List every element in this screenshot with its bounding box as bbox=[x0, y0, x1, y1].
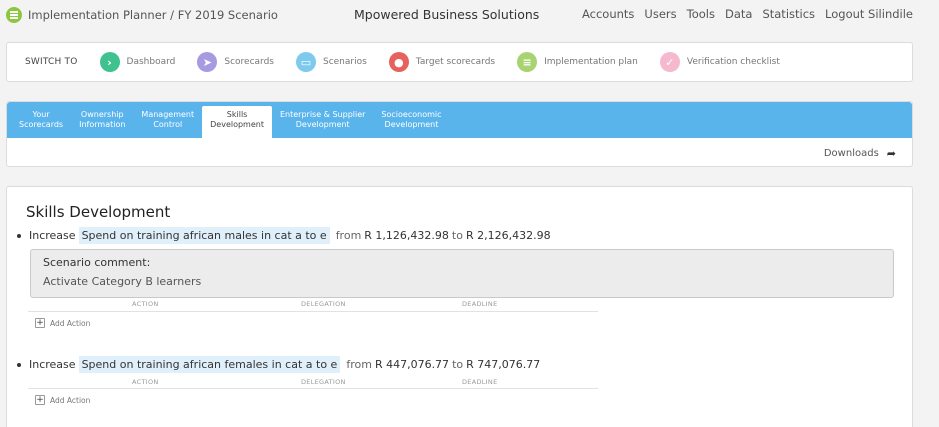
tab-line: Scorecards bbox=[19, 119, 64, 129]
bullet-icon bbox=[17, 233, 21, 238]
switch-item-label: Implementation plan bbox=[544, 57, 638, 67]
check-icon: ✓ bbox=[659, 52, 680, 72]
nav-accounts[interactable]: Accounts bbox=[582, 7, 634, 21]
nav-users[interactable]: Users bbox=[644, 7, 676, 21]
downloads-label: Downloads bbox=[823, 148, 879, 159]
to-value: R 2,126,432.98 bbox=[465, 229, 551, 242]
tab-line: Information bbox=[79, 119, 126, 129]
list-icon: ≡ bbox=[517, 52, 538, 72]
switch-bar: SWITCH TO › Dashboard ➤ Scorecards ▭ Sce… bbox=[6, 42, 913, 82]
to-word: to bbox=[451, 229, 463, 242]
switch-item-label: Verification checklist bbox=[686, 57, 780, 67]
nav-logout[interactable]: Logout Silindile bbox=[825, 7, 913, 21]
tab-enterprise-supplier-development[interactable]: Enterprise & Supplier Development bbox=[272, 106, 373, 138]
tabs-panel: Your Scorecards Ownership Information Mana… bbox=[6, 101, 913, 167]
from-value: R 1,126,432.98 bbox=[364, 229, 449, 242]
switch-implementation-plan[interactable]: ≡ Implementation plan bbox=[517, 52, 638, 72]
switch-item-label: Dashboard bbox=[126, 57, 176, 67]
column-action: ACTION bbox=[132, 378, 159, 386]
tab-line: Management bbox=[141, 109, 195, 119]
target-metric[interactable]: Spend on training african females in cat… bbox=[78, 356, 341, 373]
plus-icon: + bbox=[35, 318, 45, 328]
comment-title: Scenario comment: bbox=[43, 256, 151, 269]
column-delegation: DELEGATION bbox=[301, 378, 346, 386]
target-verb: Increase bbox=[29, 229, 76, 242]
section-title: Skills Development bbox=[26, 203, 171, 221]
tab-line: Development bbox=[295, 119, 350, 129]
add-action-label: Add Action bbox=[50, 395, 91, 405]
target-item: Increase Spend on training african femal… bbox=[17, 356, 540, 373]
tab-your-scorecards[interactable]: Your Scorecards bbox=[11, 106, 71, 138]
paper-plane-icon: ➤ bbox=[197, 52, 218, 72]
to-value: R 747,076.77 bbox=[466, 358, 541, 371]
switch-scenarios[interactable]: ▭ Scenarios bbox=[295, 52, 367, 72]
target-item: Increase Spend on training african males… bbox=[17, 227, 894, 298]
target-line: Increase Spend on training african males… bbox=[17, 227, 551, 244]
nav-data[interactable]: Data bbox=[725, 7, 752, 21]
tab-line: Control bbox=[153, 119, 183, 129]
target-verb: Increase bbox=[29, 358, 76, 371]
from-value: R 447,076.77 bbox=[374, 358, 450, 371]
table-divider bbox=[28, 311, 598, 312]
brand-name: Mpowered Business Solutions bbox=[354, 7, 540, 22]
target-metric[interactable]: Spend on training african males in cat a… bbox=[78, 227, 330, 244]
tab-line: Development bbox=[210, 119, 264, 129]
switch-label: SWITCH TO bbox=[25, 57, 78, 67]
switch-scorecards[interactable]: ➤ Scorecards bbox=[197, 52, 274, 72]
add-action-button[interactable]: + Add Action bbox=[35, 395, 90, 405]
tab-line: Skills bbox=[226, 109, 248, 119]
nav-tools[interactable]: Tools bbox=[687, 7, 715, 21]
breadcrumb-text: Implementation Planner / FY 2019 Scenari… bbox=[28, 8, 278, 22]
from-word: from bbox=[346, 358, 372, 371]
top-bar: Implementation Planner / FY 2019 Scenari… bbox=[0, 0, 939, 30]
switch-item-label: Target scorecards bbox=[415, 57, 496, 67]
switch-item-label: Scorecards bbox=[224, 57, 274, 67]
table-divider bbox=[28, 388, 598, 389]
target-line: Increase Spend on training african femal… bbox=[17, 356, 540, 373]
switch-item-label: Scenarios bbox=[322, 57, 367, 67]
tab-ownership-information[interactable]: Ownership Information bbox=[71, 106, 133, 138]
tab-line: Enterprise & Supplier bbox=[279, 109, 366, 119]
from-word: from bbox=[335, 229, 362, 242]
tab-line: Your bbox=[32, 109, 50, 119]
scenario-comment: Scenario comment: Activate Category B le… bbox=[30, 249, 894, 298]
nav-statistics[interactable]: Statistics bbox=[762, 7, 815, 21]
top-nav: Accounts Users Tools Data Statistics Log… bbox=[582, 7, 913, 21]
tab-line: Development bbox=[384, 119, 439, 129]
downloads-button[interactable]: Downloads ➦ bbox=[824, 147, 896, 160]
to-word: to bbox=[452, 358, 464, 371]
share-arrow-icon: ➦ bbox=[886, 147, 896, 160]
column-deadline: DEADLINE bbox=[462, 300, 498, 308]
bullet-icon bbox=[17, 362, 21, 367]
tab-socioeconomic-development[interactable]: Socioeconomic Development bbox=[373, 106, 449, 138]
switch-target-scorecards[interactable]: ● Target scorecards bbox=[388, 52, 496, 72]
add-action-button[interactable]: + Add Action bbox=[35, 318, 90, 328]
column-delegation: DELEGATION bbox=[301, 300, 346, 308]
column-action: ACTION bbox=[132, 300, 159, 308]
add-action-label: Add Action bbox=[50, 318, 91, 328]
tab-bar: Your Scorecards Ownership Information Mana… bbox=[7, 102, 912, 138]
comment-text: Activate Category B learners bbox=[43, 275, 202, 288]
chevron-right-icon: › bbox=[99, 52, 120, 72]
plus-icon: + bbox=[35, 395, 45, 405]
breadcrumb: Implementation Planner / FY 2019 Scenari… bbox=[6, 7, 278, 23]
map-pin-icon: ● bbox=[388, 52, 409, 72]
column-deadline: DEADLINE bbox=[462, 378, 498, 386]
skills-development-card: Skills Development Increase Spend on tra… bbox=[6, 186, 913, 427]
tab-management-control[interactable]: Management Control bbox=[133, 106, 202, 138]
book-icon: ▭ bbox=[295, 52, 316, 72]
switch-dashboard[interactable]: › Dashboard bbox=[99, 52, 176, 72]
list-icon bbox=[6, 7, 22, 23]
tab-skills-development[interactable]: Skills Development bbox=[202, 106, 272, 138]
switch-verification-checklist[interactable]: ✓ Verification checklist bbox=[659, 52, 780, 72]
tab-line: Ownership bbox=[80, 109, 124, 119]
tab-line: Socioeconomic bbox=[381, 109, 442, 119]
